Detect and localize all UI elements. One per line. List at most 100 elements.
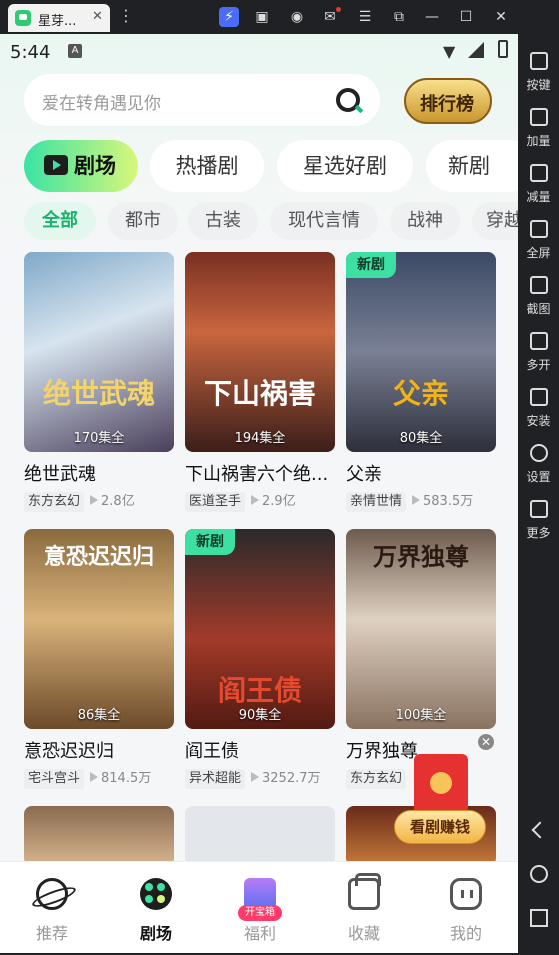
profile-face-icon [450, 878, 482, 910]
drama-title: 绝世武魂 [24, 464, 96, 485]
drama-poster[interactable]: 万界独尊 100集全 [346, 529, 496, 729]
view-count: 2.8亿 [101, 494, 135, 509]
new-badge: 新剧 [185, 529, 235, 555]
tab-title: 星芽... [38, 14, 77, 29]
chip-time-travel[interactable]: 穿越 [472, 202, 518, 240]
folder-icon [348, 873, 381, 910]
red-envelope-icon[interactable] [414, 754, 468, 816]
nav-label: 我的 [449, 924, 482, 943]
earn-money-button[interactable]: 看剧赚钱 [394, 810, 486, 844]
more-menu-icon[interactable]: ⋮ [118, 6, 134, 25]
emulator-sidebar: 按键 加量 减量 全屏 截图 多开 安装 设置 更多 [518, 34, 559, 955]
sidebar-screenshot[interactable]: 截图 [518, 272, 559, 326]
drama-poster[interactable]: 绝世武魂 170集全 [24, 252, 174, 452]
sidebar-settings[interactable]: 设置 [518, 440, 559, 494]
nav-theater[interactable]: 剧场 [104, 862, 208, 953]
close-reward-icon[interactable]: ✕ [478, 734, 494, 750]
sidebar-more[interactable]: 更多 [518, 496, 559, 550]
status-time: 5:44 [10, 42, 51, 63]
ranking-label: 排行榜 [420, 94, 474, 115]
tab-new[interactable]: 新剧 [426, 140, 518, 192]
play-count-icon [251, 772, 260, 782]
bolt-icon[interactable]: ⚡ [219, 7, 239, 27]
tab-theater[interactable]: 剧场 [24, 140, 138, 192]
gear-icon [530, 444, 548, 462]
chip-modern-romance[interactable]: 现代言情 [270, 202, 378, 240]
drama-poster[interactable]: 新剧 父亲 80集全 [346, 252, 496, 452]
nav-recommend[interactable]: 推荐 [0, 862, 104, 953]
chip-all[interactable]: 全部 [24, 202, 96, 240]
minimize-icon[interactable]: — [422, 7, 442, 27]
view-count: 583.5万 [423, 494, 474, 509]
sidebar-label: 全屏 [526, 246, 551, 260]
genre-tag: 异术超能 [185, 769, 246, 789]
play-count-icon [90, 495, 99, 505]
genre-tag: 东方玄幻 [346, 769, 407, 789]
poster-title: 阎王债 [217, 674, 302, 707]
close-icon[interactable]: ✕ [491, 7, 511, 27]
sidebar-volume-down[interactable]: 减量 [518, 160, 559, 214]
play-count-icon [90, 772, 99, 782]
fullscreen-icon [530, 220, 548, 238]
back-icon[interactable] [531, 821, 549, 839]
search-bar[interactable]: 爱在转角遇见你 [24, 74, 380, 126]
drama-card[interactable]: 万界独尊 100集全 万界独尊 东方玄幻 [346, 529, 496, 789]
signal-icon [468, 42, 484, 58]
open-chest-badge: 开宝箱 [238, 905, 282, 921]
drama-poster[interactable] [24, 806, 174, 866]
home-icon[interactable] [530, 865, 548, 883]
genre-tag: 东方玄幻 [24, 492, 85, 512]
recent-apps-icon[interactable] [530, 909, 548, 927]
app-tab[interactable]: 星芽... ✕ [8, 4, 110, 32]
drama-card[interactable]: 新剧 阎王债 90集全 阎王债 异术超能 3252.7万 [185, 529, 335, 789]
poster-title: 绝世武魂 [42, 377, 155, 410]
genre-tag: 医道圣手 [185, 492, 246, 512]
sidebar-volume-up[interactable]: 加量 [518, 104, 559, 158]
drama-card[interactable]: 新剧 父亲 80集全 父亲 亲情世情 583.5万 [346, 252, 496, 512]
drama-card[interactable]: 绝世武魂 170集全 绝世武魂 东方玄幻 2.8亿 [24, 252, 174, 512]
resize-icon[interactable]: ⧉ [389, 7, 409, 27]
poster-title: 下山祸害 [203, 377, 316, 410]
scissors-icon [530, 276, 548, 294]
sidebar-multi-instance[interactable]: 多开 [518, 328, 559, 382]
drama-card[interactable]: 意恐迟迟归 86集全 意恐迟迟归 宅斗宫斗 814.5万 [24, 529, 174, 789]
drama-card[interactable]: 下山祸害 194集全 下山祸害六个绝... 医道圣手 2.9亿 [185, 252, 335, 512]
play-count-icon [251, 495, 260, 505]
chip-label: 穿越 [486, 210, 518, 231]
nav-label: 福利 [243, 924, 276, 943]
ranking-button[interactable]: 排行榜 [404, 78, 492, 124]
new-badge: 新剧 [346, 252, 396, 278]
tab-hot[interactable]: 热播剧 [150, 140, 264, 192]
tab-featured[interactable]: 星选好剧 [277, 140, 413, 192]
chip-war-god[interactable]: 战神 [390, 202, 460, 240]
gamepad-icon[interactable]: ▣ [252, 7, 272, 27]
mail-icon[interactable]: ✉ [320, 7, 341, 27]
hamburger-icon[interactable]: ☰ [355, 7, 375, 27]
drama-poster-loading[interactable] [185, 806, 335, 866]
nav-label: 收藏 [347, 924, 380, 943]
tab-close-icon[interactable]: ✕ [92, 9, 103, 24]
sidebar-install-apk[interactable]: 安装 [518, 384, 559, 438]
sidebar-keymap[interactable]: 按键 [518, 48, 559, 102]
sidebar-label: 加量 [526, 134, 551, 148]
multi-window-icon [530, 332, 548, 350]
app-logo-icon [15, 10, 31, 26]
user-circle-icon[interactable]: ◉ [287, 7, 307, 27]
sidebar-fullscreen[interactable]: 全屏 [518, 216, 559, 270]
nav-profile[interactable]: 我的 [414, 862, 518, 953]
drama-poster[interactable]: 新剧 阎王债 90集全 [185, 529, 335, 729]
search-icon[interactable] [336, 88, 360, 112]
volume-down-icon [530, 164, 548, 182]
episode-count: 100集全 [395, 708, 447, 723]
chip-urban[interactable]: 都市 [108, 202, 178, 240]
nav-favorites[interactable]: 收藏 [312, 862, 416, 953]
chip-costume[interactable]: 古装 [188, 202, 258, 240]
drama-poster[interactable]: 下山祸害 194集全 [185, 252, 335, 452]
drama-title: 阎王债 [185, 741, 239, 762]
maximize-icon[interactable]: ☐ [456, 7, 476, 27]
poster-title: 意恐迟迟归 [43, 544, 154, 570]
episode-count: 90集全 [238, 708, 282, 723]
episode-count: 170集全 [73, 431, 125, 446]
poster-title: 万界独尊 [373, 542, 469, 571]
drama-poster[interactable]: 意恐迟迟归 86集全 [24, 529, 174, 729]
